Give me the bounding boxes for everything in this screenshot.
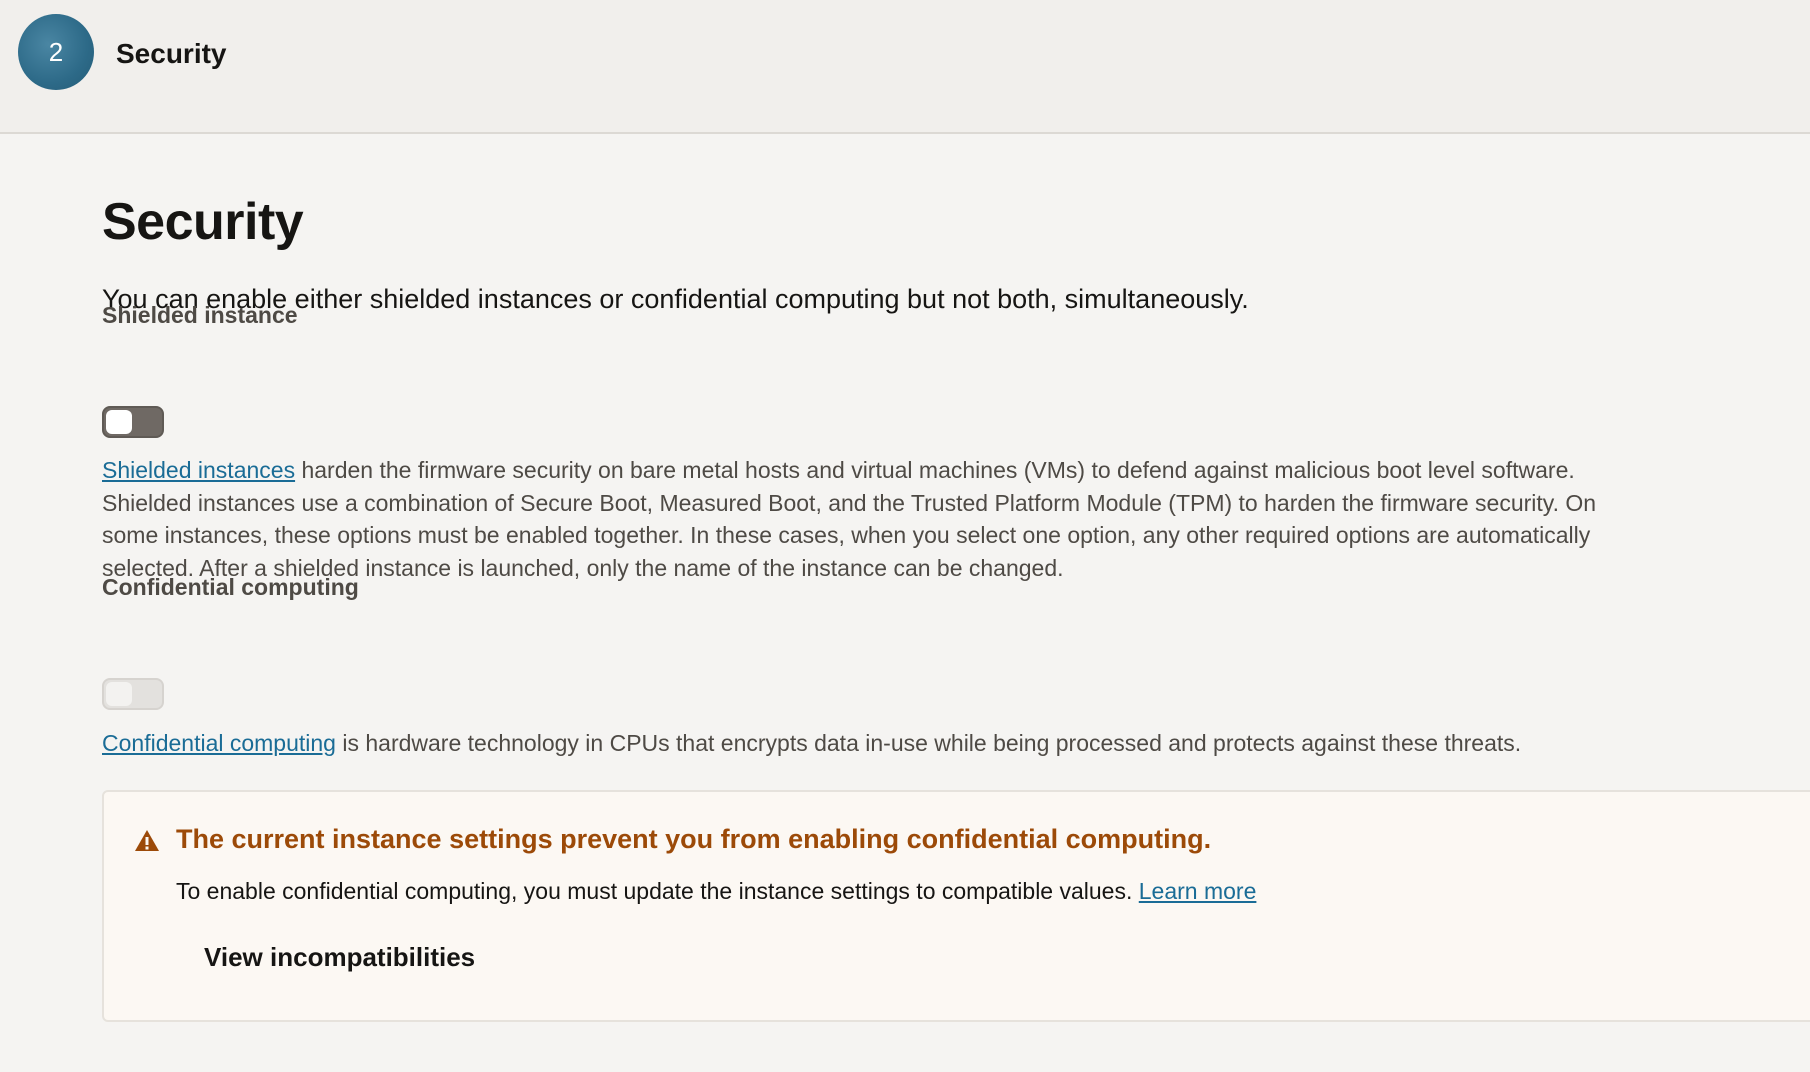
confidential-computing-toggle[interactable] xyxy=(102,678,164,710)
confidential-computing-description: Confidential computing is hardware techn… xyxy=(102,727,1702,760)
warning-body-text: To enable confidential computing, you mu… xyxy=(176,878,1139,904)
step-number-badge: 2 xyxy=(18,14,94,90)
page-title: Security xyxy=(102,193,304,251)
toggle-knob xyxy=(106,682,132,706)
warning-message: The current instance settings prevent yo… xyxy=(102,790,1810,1022)
shielded-description-line2: Shielded instances use a combination of … xyxy=(102,489,1597,516)
shielded-description-line1: harden the firmware security on bare met… xyxy=(295,457,1575,483)
warning-triangle-icon xyxy=(135,830,159,851)
shielded-instance-label: Shielded instance xyxy=(102,302,298,328)
shielded-instances-link[interactable]: Shielded instances xyxy=(102,457,295,483)
view-incompatibilities-button[interactable]: View incompatibilities xyxy=(204,942,475,973)
confidential-computing-link[interactable]: Confidential computing xyxy=(102,730,336,756)
warning-title: The current instance settings prevent yo… xyxy=(176,824,1212,854)
shielded-instance-toggle[interactable] xyxy=(102,406,164,438)
step-number: 2 xyxy=(48,36,64,67)
toggle-knob xyxy=(106,410,132,434)
learn-more-link[interactable]: Learn more xyxy=(1139,878,1257,904)
warning-text: To enable confidential computing, you mu… xyxy=(176,878,1256,905)
step-header: 2 Security xyxy=(0,0,1810,134)
step-title[interactable]: Security xyxy=(116,38,227,70)
shielded-instance-description: Shielded instances harden the firmware s… xyxy=(102,454,1702,584)
confidential-description-text: is hardware technology in CPUs that encr… xyxy=(335,730,1522,756)
confidential-computing-label: Confidential computing xyxy=(102,574,359,600)
shielded-description-line3: some instances, these options must be en… xyxy=(102,522,1591,548)
